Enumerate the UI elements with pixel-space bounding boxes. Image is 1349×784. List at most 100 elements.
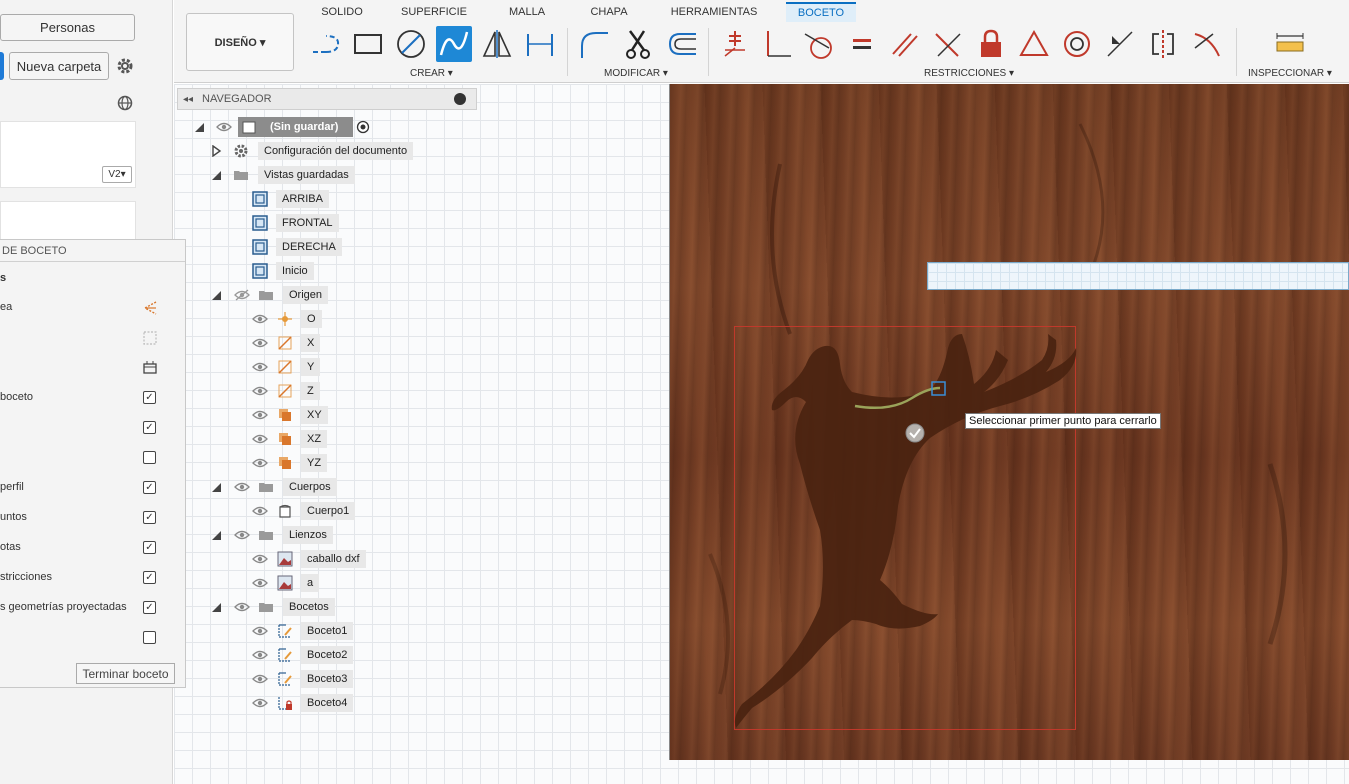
option-checkbox[interactable] [143,631,156,644]
expand-triangle-icon[interactable] [210,529,222,541]
visibility-eye-icon[interactable] [252,457,268,469]
spline-icon[interactable] [436,26,472,62]
curvature-icon[interactable] [1189,26,1225,62]
visibility-eye-icon[interactable] [252,385,268,397]
rectangle-icon[interactable] [350,26,386,62]
concentric-icon[interactable] [1059,26,1095,62]
visibility-eye-icon[interactable] [234,289,250,301]
circle-icon[interactable] [393,26,429,62]
tangent-icon[interactable] [801,26,837,62]
perpendicular-icon[interactable] [930,26,966,62]
expand-triangle-icon[interactable] [210,601,222,613]
palette-option-row[interactable]: s geometrías proyectadas ✓ [0,598,186,618]
tree-item-label[interactable]: Y [301,358,321,376]
option-checkbox[interactable]: ✓ [143,571,156,584]
project-tab-indicator[interactable] [0,52,4,80]
option-checkbox[interactable] [143,451,156,464]
tree-item-label[interactable]: O [301,310,322,328]
tree-item-label[interactable]: ARRIBA [276,190,329,208]
palette-option-row[interactable]: untos ✓ [0,508,186,528]
display-options-icon[interactable] [142,360,158,376]
tree-item-label[interactable]: YZ [301,454,328,472]
palette-option-row[interactable] [0,358,186,378]
tree-item-label[interactable]: Vistas guardadas [258,166,355,184]
tree-item-label[interactable]: Bocetos [283,598,335,616]
palette-option-row[interactable]: perfil ✓ [0,478,186,498]
workspace-switcher[interactable]: DISEÑO ▾ [186,13,294,71]
visibility-eye-icon[interactable] [234,529,250,541]
file-card[interactable] [0,201,136,241]
slice-icon[interactable] [142,330,158,346]
visibility-eye-icon[interactable] [252,625,268,637]
measure-icon[interactable] [1272,26,1308,62]
equal-icon[interactable] [844,26,880,62]
tree-item-label[interactable]: Origen [283,286,329,304]
inspect-menu[interactable]: INSPECCIONAR ▾ [1248,68,1332,79]
activate-radio-icon[interactable] [356,120,370,134]
visibility-eye-icon[interactable] [252,697,268,709]
tree-item-label[interactable]: Cuerpo1 [301,502,356,520]
tree-item-label[interactable]: X [301,334,321,352]
palette-option-row[interactable] [0,328,186,348]
visibility-eye-icon[interactable] [252,337,268,349]
tab-solid[interactable]: SOLIDO [310,2,374,22]
palette-option-row[interactable]: otas ✓ [0,538,186,558]
palette-option-row[interactable] [0,628,186,648]
tree-item-label[interactable]: XZ [301,430,328,448]
option-checkbox[interactable]: ✓ [143,391,156,404]
globe-icon[interactable] [117,95,133,111]
option-checkbox[interactable]: ✓ [143,541,156,554]
midpoint-icon[interactable] [1102,26,1138,62]
people-button[interactable]: Personas [0,14,135,41]
tree-item-label[interactable]: Lienzos [283,526,333,544]
visibility-eye-icon[interactable] [252,577,268,589]
palette-option-row[interactable] [0,448,186,468]
dimension-icon[interactable] [522,26,558,62]
expand-triangle-icon[interactable] [210,289,222,301]
tree-item-label[interactable]: Boceto1 [301,622,354,640]
tree-item-label[interactable]: Boceto4 [301,694,354,712]
visibility-eye-icon[interactable] [252,433,268,445]
minimize-icon[interactable] [454,93,466,105]
tab-sheet-metal[interactable]: CHAPA [582,2,636,22]
option-checkbox[interactable]: ✓ [143,421,156,434]
palette-option-row[interactable]: ea [0,298,186,318]
palette-option-row[interactable]: boceto ✓ [0,388,186,408]
parallel-icon[interactable] [887,26,923,62]
option-checkbox[interactable]: ✓ [143,511,156,524]
version-badge[interactable]: V2▾ [102,166,132,183]
horizontal-vertical-icon[interactable] [759,26,795,62]
gear-icon[interactable] [115,56,135,76]
triangle-constraint-icon[interactable] [1016,26,1052,62]
option-checkbox[interactable]: ✓ [143,601,156,614]
tree-item-label[interactable]: Inicio [276,262,314,280]
tab-tools[interactable]: HERRAMIENTAS [664,2,764,22]
tab-sketch[interactable]: BOCETO [786,2,856,22]
fillet-icon[interactable] [576,26,612,62]
palette-option-row[interactable]: ✓ [0,418,186,438]
modify-menu[interactable]: MODIFICAR ▾ [604,68,668,79]
visibility-eye-icon[interactable] [252,649,268,661]
finish-sketch-button[interactable]: Terminar boceto [76,663,175,684]
tree-item-label[interactable]: FRONTAL [276,214,339,232]
tree-item-label[interactable]: DERECHA [276,238,342,256]
mirror-icon[interactable] [479,26,515,62]
fix-lock-icon[interactable] [973,26,1009,62]
visibility-eye-icon[interactable] [252,409,268,421]
tree-item-label[interactable]: a [301,574,320,592]
visibility-eye-icon[interactable] [216,121,232,133]
tree-item-label[interactable]: XY [301,406,328,424]
collapse-icon[interactable]: ◂◂ [183,94,193,105]
coincident-icon[interactable] [717,26,753,62]
tree-item-label[interactable]: Configuración del documento [258,142,414,160]
tree-item-label[interactable]: Boceto2 [301,646,354,664]
tab-surface[interactable]: SUPERFICIE [396,2,472,22]
trim-scissors-icon[interactable] [620,26,656,62]
visibility-eye-icon[interactable] [252,673,268,685]
new-folder-button[interactable]: Nueva carpeta [9,52,109,80]
visibility-eye-icon[interactable] [234,601,250,613]
expand-triangle-icon[interactable] [210,481,222,493]
palette-option-row[interactable]: stricciones ✓ [0,568,186,588]
tab-mesh[interactable]: MALLA [499,2,555,22]
constraints-menu[interactable]: RESTRICCIONES ▾ [924,68,1014,79]
